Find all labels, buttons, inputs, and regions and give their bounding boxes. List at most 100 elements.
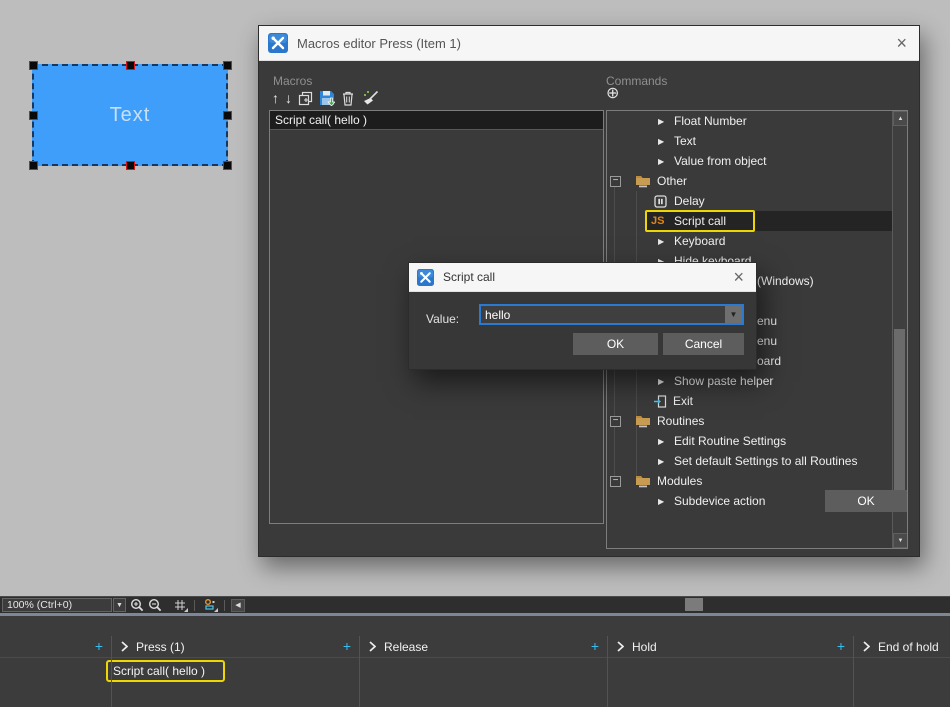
command-tree-row[interactable]: ▶Value from object [607, 151, 907, 171]
folder-icon [635, 474, 651, 488]
command-tree-row[interactable]: JS Script call [607, 211, 907, 231]
tree-item-label: Other [657, 174, 687, 188]
scroll-down-button[interactable]: ▼ [893, 533, 908, 548]
expand-triangle-icon[interactable]: ▶ [658, 457, 668, 466]
timeline-column-header[interactable]: Release [359, 636, 607, 657]
tree-item-label-fragment: enu [757, 314, 777, 328]
expand-triangle-icon[interactable]: ▶ [658, 117, 668, 126]
selection-handle[interactable] [126, 61, 135, 70]
selection-handle[interactable] [223, 61, 232, 70]
collapse-icon[interactable]: − [610, 176, 621, 187]
collapse-icon[interactable]: − [610, 476, 621, 487]
command-tree-row[interactable]: Delay [607, 191, 907, 211]
move-up-icon[interactable]: ↑ [272, 91, 279, 105]
tree-item-label: Text [674, 134, 696, 148]
add-action-icon[interactable]: + [343, 638, 351, 654]
timeline-column: + [0, 616, 111, 707]
macro-list-item[interactable]: Script call( hello ) [270, 111, 603, 130]
scrollbar-thumb[interactable] [894, 329, 905, 507]
selection-handle[interactable] [223, 111, 232, 120]
add-action-icon[interactable]: + [591, 638, 599, 654]
command-tree-row[interactable]: −Routines [607, 411, 907, 431]
snap-icon[interactable] [203, 599, 216, 611]
zoom-dropdown-icon[interactable]: ▼ [113, 598, 126, 612]
add-action-icon[interactable]: + [95, 638, 103, 654]
chevron-right-icon[interactable] [369, 641, 376, 652]
scroll-up-button[interactable]: ▲ [893, 111, 908, 126]
tree-scrollbar[interactable]: ▲ ▼ [892, 111, 907, 548]
event-timeline: +Press (1)+Script call( hello )Release+H… [0, 616, 950, 707]
collapse-panel-button[interactable]: ◀ [231, 599, 245, 612]
timeline-column-header[interactable]: End of hold [853, 636, 950, 657]
selection-handle[interactable] [29, 61, 38, 70]
macros-panel-label: Macros [273, 74, 312, 88]
chevron-right-icon[interactable] [617, 641, 624, 652]
add-action-icon[interactable]: + [837, 638, 845, 654]
script-dialog-titlebar[interactable]: Script call × [409, 263, 756, 292]
expand-triangle-icon[interactable]: ▶ [658, 437, 668, 446]
selection-handle[interactable] [29, 111, 38, 120]
command-tree-row[interactable]: Exit [607, 391, 907, 411]
tree-item-label: Edit Routine Settings [674, 434, 786, 448]
chevron-right-icon[interactable] [863, 641, 870, 652]
tree-item-label: Float Number [674, 114, 747, 128]
selection-handle[interactable] [223, 161, 232, 170]
command-tree-row[interactable]: −Modules [607, 471, 907, 491]
timeline-action-item[interactable]: Script call( hello ) [106, 660, 225, 682]
ok-button[interactable]: OK [573, 333, 658, 355]
grid-icon[interactable] [174, 599, 186, 611]
tree-item-label-fragment: oard [757, 354, 781, 368]
zoom-out-icon[interactable] [148, 598, 162, 612]
dropdown-corner-icon [184, 608, 188, 612]
command-tree-row[interactable]: ▶ Keyboard [607, 231, 907, 251]
timeline-column-press-1-: Press (1)+Script call( hello ) [111, 616, 359, 707]
command-tree-row[interactable]: ▶ Edit Routine Settings [607, 431, 907, 451]
selection-handle[interactable] [126, 161, 135, 170]
combobox-dropdown-icon[interactable]: ▼ [725, 306, 742, 323]
tree-item-label: Keyboard [674, 234, 725, 248]
tree-item-label: Exit [673, 394, 693, 408]
chevron-right-icon[interactable] [121, 641, 128, 652]
delete-icon[interactable] [341, 90, 355, 106]
command-tree-row[interactable]: ▶ Show paste helper [607, 371, 907, 391]
tree-item-label: Show paste helper [674, 374, 773, 388]
save-icon[interactable] [319, 90, 335, 106]
expand-triangle-icon[interactable]: ▶ [658, 497, 668, 506]
expand-triangle-icon[interactable]: ▶ [658, 377, 668, 386]
add-command-icon[interactable]: ⊕ [606, 86, 619, 102]
clear-icon[interactable] [361, 90, 379, 106]
horizontal-scrollbar-thumb[interactable] [685, 598, 703, 611]
zoom-in-icon[interactable] [130, 598, 144, 612]
macros-editor-titlebar[interactable]: Macros editor Press (Item 1) × [259, 26, 919, 61]
close-icon[interactable]: × [733, 269, 744, 285]
tree-item-label-fragment: (Windows) [757, 274, 814, 288]
collapse-icon[interactable]: − [610, 416, 621, 427]
duplicate-icon[interactable] [298, 91, 313, 106]
folder-icon [635, 414, 651, 428]
command-tree-row[interactable]: − Other [607, 171, 907, 191]
timeline-column-label: Hold [632, 640, 657, 654]
expand-triangle-icon[interactable]: ▶ [658, 137, 668, 146]
command-tree-row[interactable]: ▶ Text [607, 131, 907, 151]
tree-item-label: Script call [674, 214, 726, 228]
script-call-dialog: Script call × Value: ▼ OK Cancel [408, 262, 757, 370]
value-input[interactable] [481, 306, 725, 323]
expand-triangle-icon[interactable]: ▶ [658, 237, 668, 246]
timeline-column-divider [607, 636, 608, 707]
selection-handle[interactable] [29, 161, 38, 170]
timeline-column-header[interactable]: Hold [607, 636, 853, 657]
selected-shape[interactable]: Text [32, 64, 228, 166]
timeline-column-label: End of hold [878, 640, 939, 654]
zoom-level-combo[interactable]: 100% (Ctrl+0) [2, 598, 112, 612]
macros-editor-ok-button[interactable]: OK [825, 490, 907, 512]
close-icon[interactable]: × [896, 35, 907, 51]
js-script-icon: JS [651, 215, 670, 227]
command-tree-row[interactable]: ▶ Float Number [607, 111, 907, 131]
value-combobox[interactable]: ▼ [479, 304, 744, 325]
cancel-button[interactable]: Cancel [663, 333, 744, 355]
command-tree-row[interactable]: ▶Set default Settings to all Routines [607, 451, 907, 471]
timeline-column-header[interactable]: Press (1) [111, 636, 359, 657]
timeline-column-divider [853, 636, 854, 707]
move-down-icon[interactable]: ↓ [285, 91, 292, 105]
expand-triangle-icon[interactable]: ▶ [658, 157, 668, 166]
